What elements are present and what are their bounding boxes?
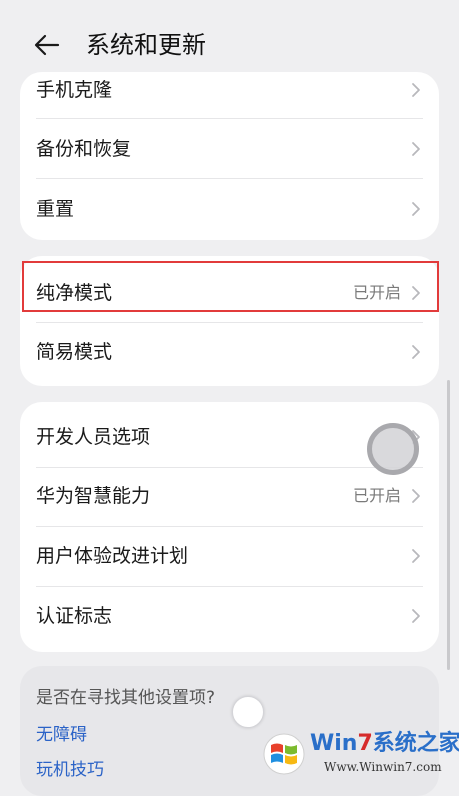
settings-row-reset[interactable]: 重置 (20, 179, 439, 239)
row-label: 认证标志 (36, 605, 113, 627)
back-button[interactable] (28, 28, 68, 64)
chevron-right-icon (412, 609, 420, 623)
settings-group-backup: 手机克隆 备份和恢复 重置 (20, 72, 439, 240)
settings-row-huawei-smart[interactable]: 华为智慧能力 已开启 (20, 466, 439, 526)
watermark-name: Win7系统之家 (310, 730, 459, 758)
watermark: Win7系统之家 Www.Winwin7.com (262, 728, 459, 780)
settings-row-pure-mode[interactable]: 纯净模式 已开启 (20, 263, 439, 323)
link-accessibility[interactable]: 无障碍 (36, 723, 87, 747)
row-label: 重置 (36, 198, 75, 220)
row-status-value: 已开启 (352, 283, 401, 302)
chevron-right-icon (412, 489, 420, 503)
settings-group-modes: 纯净模式 已开启 简易模式 (20, 256, 439, 386)
touch-indicator (367, 423, 419, 475)
link-tips[interactable]: 玩机技巧 (36, 758, 104, 782)
chevron-right-icon (412, 549, 420, 563)
chevron-right-icon (412, 345, 420, 359)
row-status-value: 已开启 (352, 486, 401, 505)
arrow-left-icon (34, 34, 60, 56)
watermark-name-highlight: 7 (357, 731, 373, 756)
row-label: 用户体验改进计划 (36, 545, 189, 567)
chevron-right-icon (412, 83, 420, 97)
row-label: 开发人员选项 (36, 426, 151, 448)
page-title: 系统和更新 (86, 31, 206, 59)
chevron-right-icon (412, 202, 420, 216)
row-label: 华为智慧能力 (36, 485, 151, 507)
settings-row-phone-clone[interactable]: 手机克隆 (20, 72, 439, 120)
scrollbar[interactable] (447, 380, 450, 670)
row-label: 备份和恢复 (36, 138, 132, 160)
windows-logo-icon (263, 733, 305, 775)
watermark-name-suffix: 系统之家 (372, 731, 459, 756)
settings-row-user-experience[interactable]: 用户体验改进计划 (20, 526, 439, 586)
touch-indicator-dot (232, 696, 264, 728)
settings-row-certification[interactable]: 认证标志 (20, 586, 439, 646)
row-label: 纯净模式 (36, 282, 113, 304)
settings-row-backup-restore[interactable]: 备份和恢复 (20, 119, 439, 179)
chevron-right-icon (412, 142, 420, 156)
row-label: 手机克隆 (36, 79, 113, 101)
header: 系统和更新 (0, 0, 459, 80)
watermark-name-prefix: Win (310, 731, 358, 756)
chevron-right-icon (412, 286, 420, 300)
settings-row-simple-mode[interactable]: 简易模式 (20, 322, 439, 382)
suggestion-title: 是否在寻找其他设置项? (36, 688, 216, 708)
watermark-url: Www.Winwin7.com (324, 760, 442, 774)
row-label: 简易模式 (36, 341, 113, 363)
